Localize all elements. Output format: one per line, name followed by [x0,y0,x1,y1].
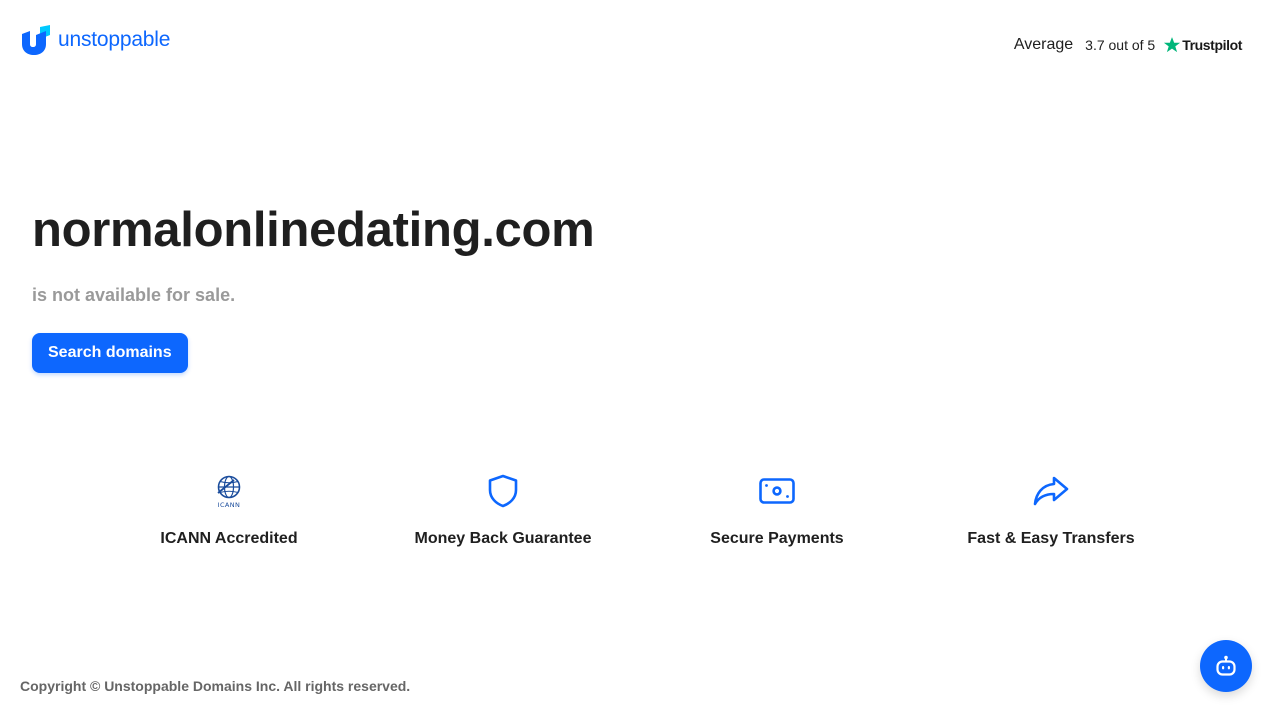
chat-support-button[interactable] [1200,640,1252,692]
search-domains-button[interactable]: Search domains [32,333,188,373]
trustpilot-rating[interactable]: Average 3.7 out of 5 Trustpilot [1013,36,1243,54]
feature-transfers: Fast & Easy Transfers [914,472,1188,548]
site-header: unstoppable Average 3.7 out of 5 Trustpi… [0,0,1280,90]
features-row: ICANN ICANN Accredited Money Back Guaran… [92,472,1188,548]
feature-icann: ICANN ICANN Accredited [92,472,366,548]
feature-label: Money Back Guarantee [414,530,592,547]
trustpilot-star-icon [1164,37,1181,53]
banknote-icon [758,472,796,510]
chatbot-robot-icon [1216,655,1236,676]
availability-status: is not available for sale. [32,285,236,305]
shield-icon [484,472,522,510]
feature-label: Fast & Easy Transfers [967,530,1135,547]
unstoppable-logo-icon [22,25,50,55]
trustpilot-brand: Trustpilot [1182,37,1242,53]
footer-copyright: Copyright © Unstoppable Domains Inc. All… [20,678,411,694]
domain-title: normalonlinedating.com [32,203,595,257]
unstoppable-logo-link[interactable]: unstoppable [20,25,170,55]
icann-logo-icon: ICANN [210,472,248,510]
hero-section: normalonlinedating.com is not available … [32,200,595,373]
feature-secure-payments: Secure Payments [640,472,914,548]
logo-wordmark: unstoppable [58,28,171,51]
trustpilot-rating-word: Average [1013,36,1074,53]
share-arrow-icon [1032,472,1070,510]
trustpilot-score: 3.7 out of 5 [1085,37,1156,53]
svg-text:ICANN: ICANN [218,501,241,509]
feature-label: ICANN Accredited [160,530,298,547]
feature-label: Secure Payments [710,530,844,547]
feature-money-back: Money Back Guarantee [366,472,640,548]
